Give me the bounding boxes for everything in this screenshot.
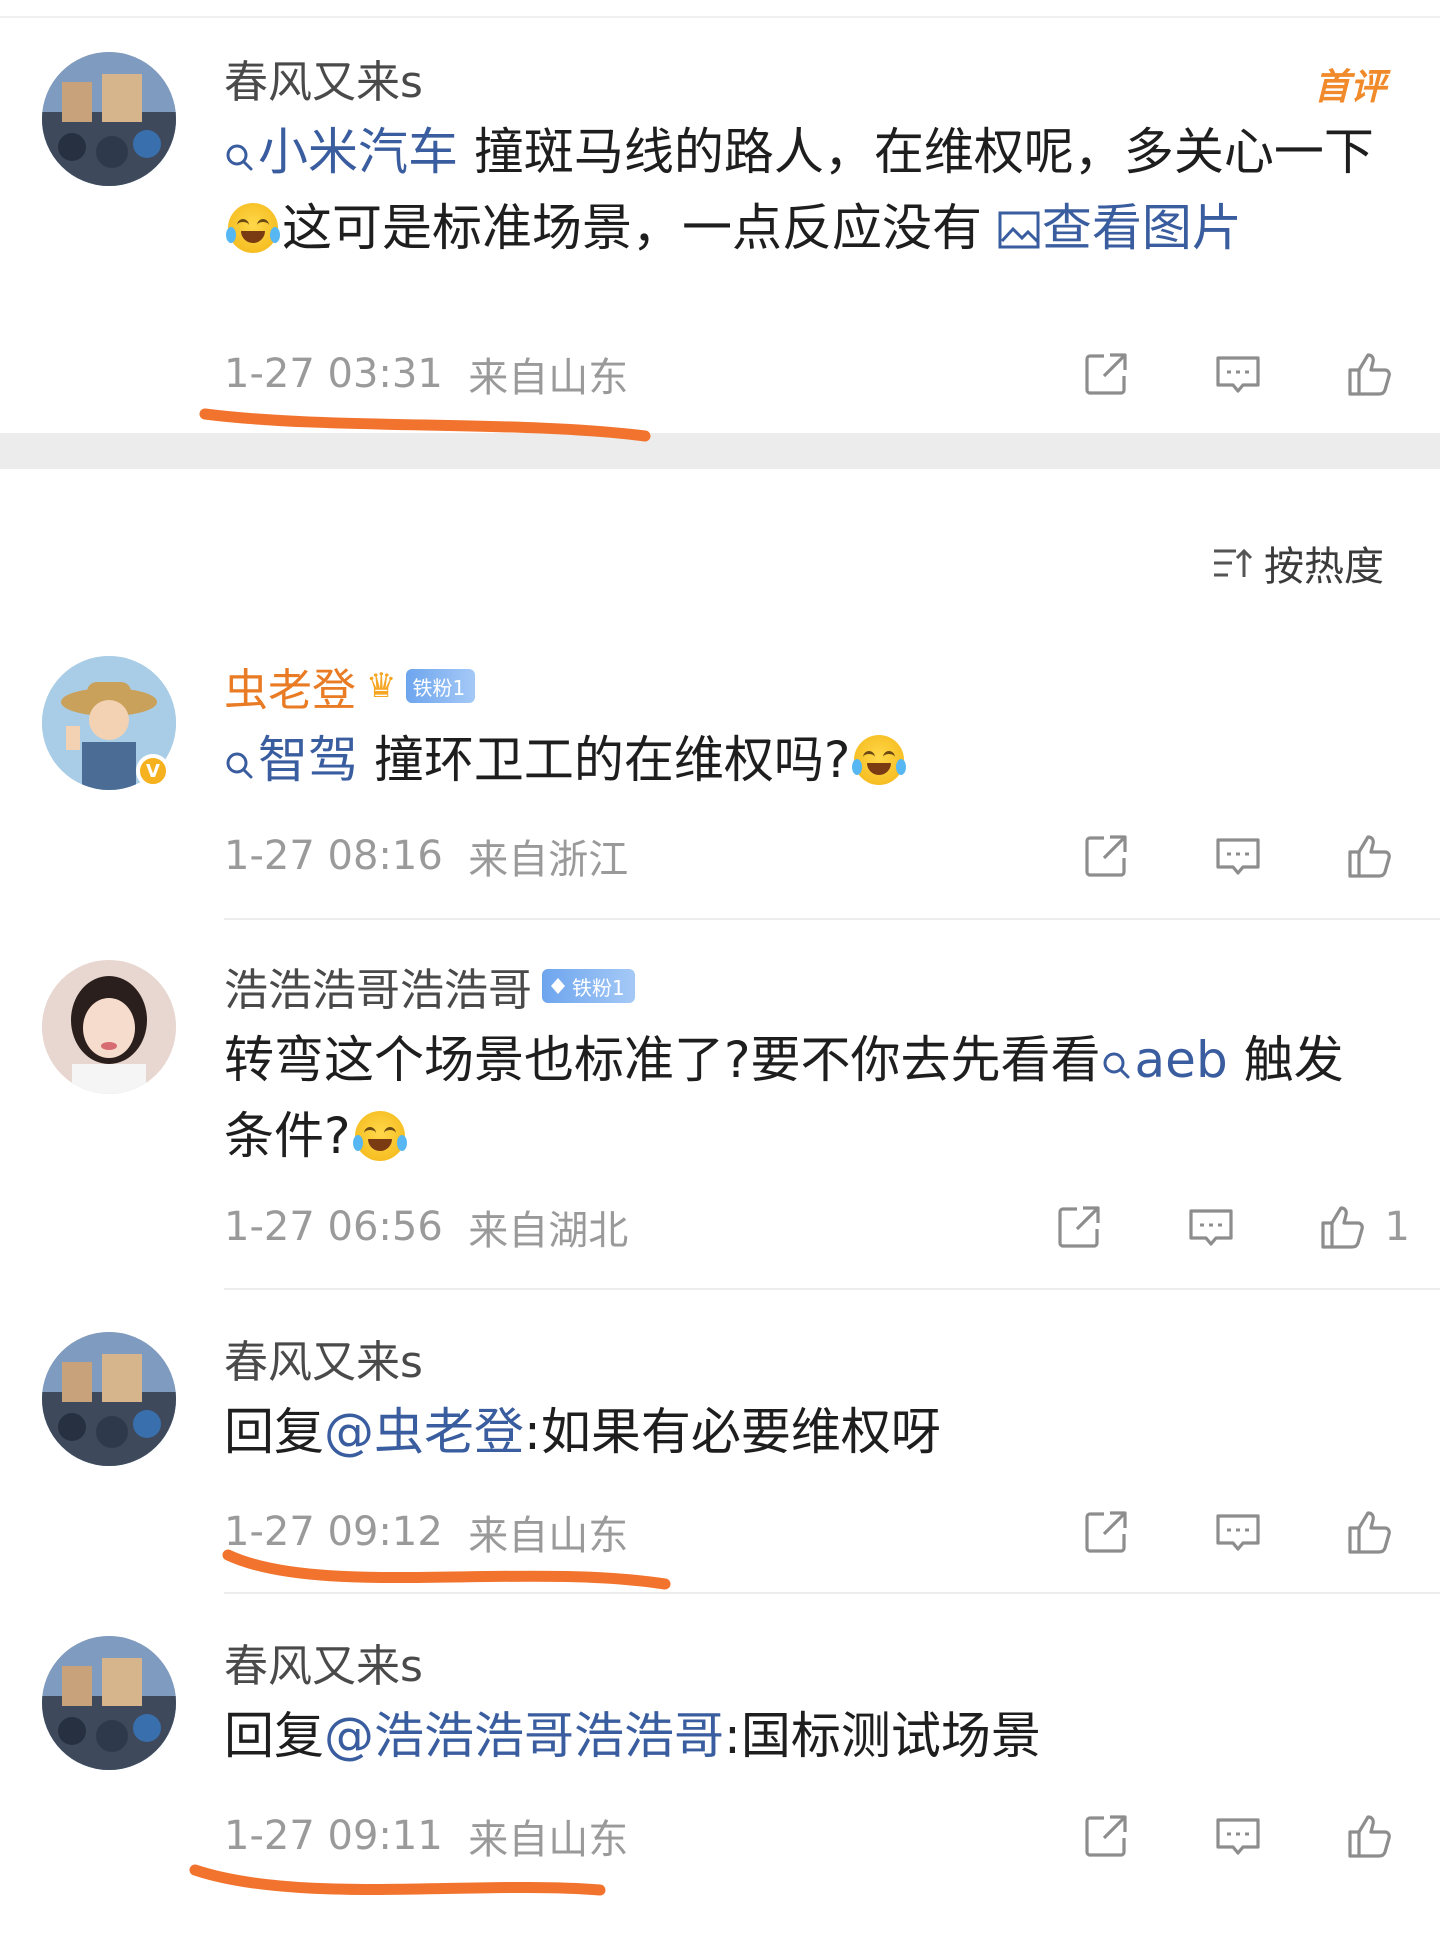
location: 来自山东 — [468, 1513, 629, 1559]
comment-text: 转弯这个场景也标准了?要不你去先看看 aeb 触发条件? — [224, 1031, 1344, 1165]
post-text: 小米汽车 撞斑马线的路人，在维权呢，多关心一下 这可是标准场景，一点反应没有 查看… — [224, 114, 1380, 266]
search-icon — [1101, 1050, 1131, 1080]
avatar[interactable] — [42, 52, 176, 186]
location: 来自浙江 — [468, 837, 629, 883]
comment-button[interactable] — [1208, 344, 1268, 404]
share-button[interactable] — [1076, 826, 1136, 886]
timestamp: 1-27 08:16 — [224, 833, 443, 879]
search-icon — [224, 750, 254, 780]
timestamp: 1-27 06:56 — [224, 1204, 443, 1250]
divider — [224, 1288, 1440, 1290]
comment-icon — [1212, 1810, 1264, 1862]
diamond-icon — [551, 978, 565, 994]
like-icon — [1317, 1201, 1369, 1253]
share-icon — [1080, 1506, 1132, 1558]
search-icon — [224, 142, 254, 172]
like-button[interactable] — [1340, 344, 1400, 404]
like-icon — [1344, 348, 1396, 400]
comment-icon — [1212, 1506, 1264, 1558]
author-name[interactable]: 春风又来s — [224, 46, 423, 110]
like-icon — [1344, 830, 1396, 882]
share-icon — [1053, 1201, 1105, 1253]
comment-button[interactable] — [1208, 826, 1268, 886]
location: 来自山东 — [468, 1817, 629, 1863]
crown-icon: ♛ — [366, 666, 397, 706]
share-icon — [1080, 348, 1132, 400]
laugh-cry-emoji — [352, 1111, 407, 1161]
sort-icon — [1214, 548, 1253, 577]
share-button[interactable] — [1076, 1502, 1136, 1562]
author-name[interactable]: 春风又来s — [224, 1326, 423, 1390]
avatar[interactable] — [42, 1636, 176, 1770]
laugh-cry-emoji — [226, 203, 280, 253]
comment-meta: 1-27 09:11 来自山东 — [224, 1806, 1400, 1866]
like-button[interactable] — [1313, 1197, 1373, 1257]
laugh-cry-emoji — [852, 735, 907, 785]
underline-marker — [189, 1864, 606, 1896]
like-button[interactable] — [1340, 1806, 1400, 1866]
like-icon — [1344, 1810, 1396, 1862]
author-name[interactable]: 春风又来s — [224, 1630, 423, 1694]
like-button[interactable] — [1340, 826, 1400, 886]
comment-icon — [1185, 1201, 1237, 1253]
divider — [224, 918, 1440, 920]
like-count: 1 — [1384, 1204, 1410, 1250]
first-comment-tag: 首评 — [1313, 67, 1386, 108]
share-icon — [1080, 830, 1132, 882]
view-image-link[interactable]: 查看图片 — [998, 199, 1242, 257]
avatar[interactable] — [42, 960, 176, 1094]
topic-link[interactable]: 小米汽车 — [224, 123, 458, 181]
mention-link[interactable]: @浩浩浩哥浩浩哥 — [324, 1707, 724, 1765]
location: 来自湖北 — [468, 1208, 629, 1254]
comment-text: 回复@虫老登:如果有必要维权呀 — [224, 1403, 941, 1461]
comment-text: 智驾 撞环卫工的在维权吗? — [224, 722, 1380, 798]
top-divider — [0, 16, 1440, 18]
fan-badge: 铁粉1 — [406, 669, 476, 703]
fan-badge: 铁粉1 — [542, 969, 635, 1003]
share-icon — [1080, 1810, 1132, 1862]
verified-badge: V — [136, 754, 170, 788]
comment-button[interactable] — [1208, 1806, 1268, 1866]
comment-meta: 1-27 09:12 来自山东 — [224, 1502, 1400, 1562]
avatar[interactable] — [42, 1332, 176, 1466]
comment-text: 回复@浩浩浩哥浩浩哥:国标测试场景 — [224, 1707, 1041, 1765]
share-button[interactable] — [1076, 344, 1136, 404]
like-button[interactable] — [1340, 1502, 1400, 1562]
author-name[interactable]: 虫老登 — [224, 654, 356, 718]
section-divider — [0, 433, 1440, 469]
comment-button[interactable] — [1181, 1197, 1241, 1257]
timestamp: 1-27 09:12 — [224, 1509, 443, 1555]
comment-meta: 1-27 06:56 来自湖北 1 — [224, 1197, 1410, 1257]
comment-icon — [1212, 830, 1264, 882]
comment-button[interactable] — [1208, 1502, 1268, 1562]
comment-icon — [1212, 348, 1264, 400]
timestamp: 1-27 03:31 — [224, 351, 443, 397]
sort-by-hot-button[interactable]: 按热度 — [1210, 534, 1384, 592]
share-button[interactable] — [1049, 1197, 1109, 1257]
mention-link[interactable]: @虫老登 — [324, 1403, 524, 1461]
comment-meta: 1-27 08:16 来自浙江 — [224, 826, 1400, 886]
image-icon — [998, 211, 1040, 249]
divider — [224, 1592, 1440, 1594]
post-meta: 1-27 03:31 来自山东 — [224, 344, 1400, 404]
like-icon — [1344, 1506, 1396, 1558]
topic-link[interactable]: 智驾 — [224, 731, 358, 789]
sort-label: 按热度 — [1264, 544, 1384, 590]
share-button[interactable] — [1076, 1806, 1136, 1866]
timestamp: 1-27 09:11 — [224, 1813, 443, 1859]
location: 来自山东 — [468, 355, 629, 401]
author-name[interactable]: 浩浩浩哥浩浩哥 — [224, 954, 532, 1018]
topic-link[interactable]: aeb — [1101, 1031, 1228, 1089]
